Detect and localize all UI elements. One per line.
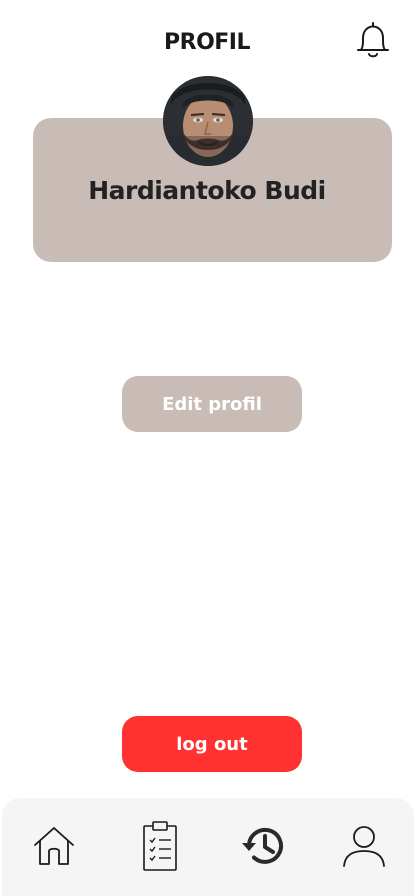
- user-icon[interactable]: [340, 820, 388, 872]
- clipboard-checklist-icon[interactable]: [136, 820, 184, 872]
- edit-profile-button[interactable]: Edit profil: [122, 376, 302, 432]
- logout-button[interactable]: log out: [122, 716, 302, 772]
- home-icon[interactable]: [30, 820, 78, 872]
- history-icon[interactable]: [240, 820, 288, 872]
- avatar: [163, 76, 253, 166]
- bell-icon[interactable]: [352, 20, 394, 62]
- bottom-nav: [2, 798, 414, 896]
- profile-name: Hardiantoko Budi: [88, 176, 326, 205]
